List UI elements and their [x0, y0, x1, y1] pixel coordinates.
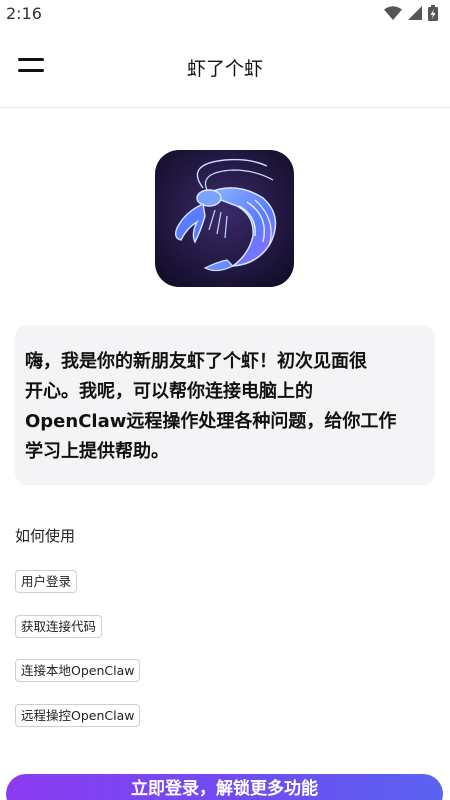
page-title: 虾了个虾 — [186, 58, 263, 80]
intro-line-3: OpenClaw远程操作处理各种问题，给你工作 — [25, 411, 397, 432]
signal-icon — [408, 6, 422, 20]
neon-shrimp-app-icon — [155, 150, 294, 287]
battery-charging-icon — [428, 5, 438, 21]
intro-line-4: 学习上提供帮助。 — [25, 441, 169, 462]
intro-line-2: 开心。我呢，可以帮你连接电脑上的 — [25, 381, 313, 402]
how-to-use-title: 如何使用 — [15, 527, 76, 545]
how-to-item-remote-control-openclaw[interactable]: 远程操控OpenClaw — [15, 704, 141, 727]
intro-message-card: 嗨，我是你的新朋友虾了个虾！初次见面很 开心。我呢，可以帮你连接电脑上的 Ope… — [15, 325, 435, 485]
status-icons — [384, 5, 438, 21]
app-header: 虾了个虾 — [0, 26, 450, 108]
login-unlock-button[interactable]: 立即登录，解锁更多功能 — [6, 774, 443, 800]
how-to-item-get-connection-code[interactable]: 获取连接代码 — [15, 615, 103, 638]
wifi-icon — [384, 6, 402, 20]
status-time: 2:16 — [6, 3, 42, 23]
how-to-item-user-login[interactable]: 用户登录 — [15, 570, 78, 593]
how-to-item-connect-local-openclaw[interactable]: 连接本地OpenClaw — [15, 659, 141, 682]
status-bar: 2:16 — [0, 0, 450, 26]
intro-line-1: 嗨，我是你的新朋友虾了个虾！初次见面很 — [25, 351, 367, 372]
